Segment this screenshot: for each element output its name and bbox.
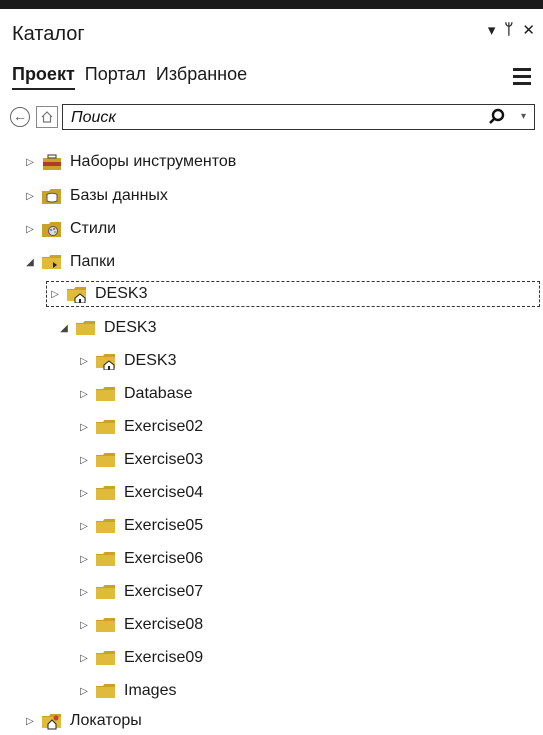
search-options-chevron-icon[interactable]: ▾ [521, 111, 526, 122]
tree-item-label: Базы данных [70, 187, 168, 204]
tree-item-label: Exercise06 [124, 550, 204, 567]
folder-icon [96, 517, 116, 535]
tree-item-label: Локаторы [70, 712, 142, 729]
folder-icon [96, 484, 116, 502]
folder-icon [96, 451, 116, 469]
folder-icon [96, 550, 116, 568]
tree-item-label: Папки [70, 253, 115, 270]
expand-arrow-icon[interactable]: ▷ [76, 587, 92, 598]
expand-arrow-icon[interactable]: ▷ [76, 488, 92, 499]
search-box: ▾ [62, 104, 535, 130]
tree-item-child[interactable]: ▷ DESK3 [76, 348, 176, 374]
folder-icon [96, 649, 116, 667]
tree-item-label: Exercise08 [124, 616, 204, 633]
expand-arrow-icon[interactable]: ▷ [76, 356, 92, 367]
expand-arrow-icon[interactable]: ▷ [22, 224, 38, 235]
expand-arrow-icon[interactable]: ▷ [76, 620, 92, 631]
search-icon[interactable] [488, 108, 506, 131]
collapse-arrow-icon[interactable]: ◢ [56, 323, 72, 334]
locators-icon [42, 712, 62, 730]
tree-item-child[interactable]: ▷ Exercise07 [76, 579, 203, 605]
expand-arrow-icon[interactable]: ▷ [76, 521, 92, 532]
expand-arrow-icon[interactable]: ▷ [76, 653, 92, 664]
collapse-arrow-icon[interactable]: ◢ [22, 257, 38, 268]
tree-item-label: DESK3 [124, 352, 177, 369]
tree-item-label: Exercise02 [124, 418, 204, 435]
tree-item-child[interactable]: ▷ Exercise03 [76, 447, 203, 473]
tree-item-label: Exercise03 [124, 451, 204, 468]
tree-item-databases[interactable]: ▷ Базы данных [22, 183, 168, 209]
folder-icon [96, 682, 116, 700]
pin-icon[interactable]: ᛘ [504, 21, 513, 39]
tree-item-label: Exercise05 [124, 517, 204, 534]
tree-item-label: Database [124, 385, 193, 402]
tab-favorites[interactable]: Избранное [156, 64, 247, 90]
window-top-border [0, 0, 543, 9]
search-input[interactable] [69, 108, 453, 128]
tree-item-label: Стили [70, 220, 117, 237]
styles-folder-icon [42, 220, 62, 238]
tree-item-child[interactable]: ▷ Exercise06 [76, 546, 203, 572]
tree-item-label: DESK3 [95, 285, 148, 302]
folder-connection-icon [67, 285, 87, 304]
tree-item-desk3-connection[interactable]: ▷ DESK3 [46, 281, 540, 307]
tree-item-desk3-folder[interactable]: ◢ DESK3 [56, 315, 156, 341]
expand-arrow-icon[interactable]: ▷ [76, 455, 92, 466]
tree-item-label: Exercise09 [124, 649, 204, 666]
pane-title: Каталог [12, 23, 85, 45]
tree-item-child[interactable]: ▷ Exercise08 [76, 612, 203, 638]
folder-icon [96, 385, 116, 403]
tree-item-label: Exercise07 [124, 583, 204, 600]
tree-item-styles[interactable]: ▷ Стили [22, 216, 116, 242]
folder-icon [76, 319, 96, 337]
tree-item-child[interactable]: ▷ Exercise05 [76, 513, 203, 539]
search-row: ← ▾ [10, 104, 535, 132]
pane-menu-dropdown-icon[interactable]: ▾ [488, 21, 496, 39]
tree-item-label: Images [124, 682, 177, 699]
expand-arrow-icon[interactable]: ▷ [47, 289, 63, 300]
toolbox-icon [42, 153, 62, 171]
tree-item-child[interactable]: ▷ Exercise04 [76, 480, 203, 506]
catalog-tabs: Проект Портал Избранное [12, 64, 247, 90]
tree-item-folders[interactable]: ◢ Папки [22, 249, 115, 275]
menu-icon[interactable] [513, 68, 531, 89]
expand-arrow-icon[interactable]: ▷ [76, 389, 92, 400]
expand-arrow-icon[interactable]: ▷ [22, 191, 38, 202]
expand-arrow-icon[interactable]: ▷ [76, 686, 92, 697]
expand-arrow-icon[interactable]: ▷ [22, 716, 38, 727]
tree-item-child[interactable]: ▷ Exercise02 [76, 414, 203, 440]
tab-project[interactable]: Проект [12, 64, 75, 90]
tree-item-locators[interactable]: ▷ Локаторы [22, 708, 142, 734]
folder-connection-icon [96, 352, 116, 371]
back-icon[interactable]: ← [10, 107, 30, 127]
pane-controls: ▾ ᛘ ✕ [488, 21, 535, 39]
home-icon[interactable] [36, 106, 58, 128]
expand-arrow-icon[interactable]: ▷ [22, 157, 38, 168]
tree-item-child[interactable]: ▷ Images [76, 678, 176, 704]
folder-icon [96, 418, 116, 436]
pane-header: Каталог ▾ ᛘ ✕ [0, 9, 543, 57]
folder-icon [96, 616, 116, 634]
close-icon[interactable]: ✕ [522, 21, 535, 39]
tree-item-label: Exercise04 [124, 484, 204, 501]
folders-icon [42, 253, 62, 271]
tree-item-child[interactable]: ▷ Database [76, 381, 193, 407]
tree-item-child[interactable]: ▷ Exercise09 [76, 645, 203, 671]
tree-item-toolboxes[interactable]: ▷ Наборы инструментов [22, 149, 236, 175]
expand-arrow-icon[interactable]: ▷ [76, 422, 92, 433]
tree-item-label: DESK3 [104, 319, 157, 336]
tab-portal[interactable]: Портал [85, 64, 146, 90]
tree-item-label: Наборы инструментов [70, 153, 237, 170]
database-folder-icon [42, 187, 62, 205]
folder-icon [96, 583, 116, 601]
expand-arrow-icon[interactable]: ▷ [76, 554, 92, 565]
